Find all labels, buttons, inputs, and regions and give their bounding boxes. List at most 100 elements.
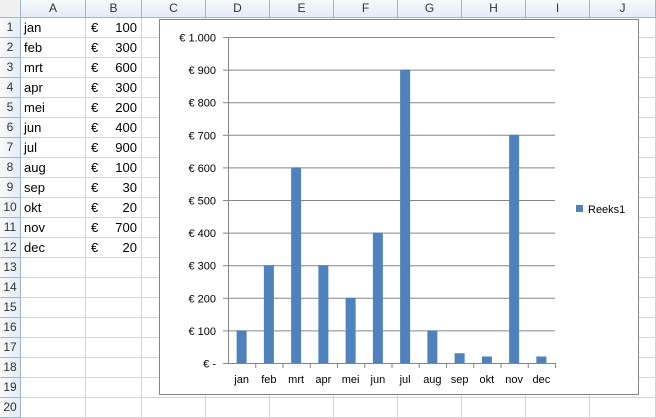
y-tick-label: € - [203,359,216,371]
cell-month[interactable]: jul [24,138,37,158]
column-header-h[interactable]: H [462,0,526,18]
row-header-10[interactable]: 10 [0,198,21,218]
column-header-b[interactable]: B [86,0,142,18]
column-header-a[interactable]: A [21,0,86,18]
row-header-3[interactable]: 3 [0,58,21,78]
bar-jan [236,330,247,363]
row-header-12[interactable]: 12 [0,238,21,258]
cell-month[interactable]: mrt [24,58,43,78]
chart-canvas: € - € 100 € 200 € 300 € 400 € 500 € 600 € 700 € … [179,33,625,387]
spreadsheet: ABCDEFGHIJ 1 2 3 4 5 6 7 8 9 10 11 12 13 14 15 16 17 18 19… [0,0,656,418]
cell-amount[interactable]: 30 [100,178,137,198]
legend-swatch [576,205,583,212]
cell-currency-symbol: € [91,20,99,35]
row-header-20[interactable]: 20 [0,398,21,418]
row-header-7[interactable]: 7 [0,138,21,158]
x-tick-label: jun [370,374,386,386]
column-header-d[interactable]: D [206,0,270,18]
row-header-5[interactable]: 5 [0,98,21,118]
bar-aug [427,330,438,363]
bar-feb [263,265,274,363]
column-header-f[interactable]: F [334,0,398,18]
cell-currency-symbol: € [91,220,99,235]
x-tick-label: apr [315,374,331,386]
cell-amount[interactable]: 20 [100,238,137,258]
cell-amount[interactable]: 600 [100,58,137,78]
x-tick-label: aug [423,374,441,386]
bar-dec [536,356,547,363]
column-header-g[interactable]: G [398,0,462,18]
cell-currency-symbol: € [91,60,99,75]
row-header-14[interactable]: 14 [0,278,21,298]
row-header-6[interactable]: 6 [0,118,21,138]
cell-amount[interactable]: 400 [100,118,137,138]
y-tick-label: € 100 [188,326,216,338]
x-tick-label: jan [233,374,249,386]
bar-mrt [291,167,302,363]
x-tick-label: feb [261,374,276,386]
y-tick-label: € 200 [188,293,216,305]
row-header-8[interactable]: 8 [0,158,21,178]
grid-line [21,397,656,398]
cell-amount[interactable]: 300 [100,78,137,98]
cell-amount[interactable]: 100 [100,18,137,38]
row-header-16[interactable]: 16 [0,318,21,338]
column-header-i[interactable]: I [526,0,590,18]
cell-month[interactable]: jun [24,118,41,138]
cell-currency-symbol: € [91,160,99,175]
cell-month[interactable]: dec [24,238,45,258]
column-header-c[interactable]: C [142,0,206,18]
row-header-13[interactable]: 13 [0,258,21,278]
y-tick-label: € 1.000 [179,33,216,45]
row-header-17[interactable]: 17 [0,338,21,358]
row-header-1[interactable]: 1 [0,18,21,38]
column-header-j[interactable]: J [590,0,656,18]
row-header-2[interactable]: 2 [0,38,21,58]
y-tick-label: € 800 [188,98,216,110]
cell-month[interactable]: sep [24,178,45,198]
row-header-15[interactable]: 15 [0,298,21,318]
y-tick-label: € 300 [188,261,216,273]
bar-sep [454,353,465,363]
cell-currency-symbol: € [91,100,99,115]
cell-month[interactable]: okt [24,198,41,218]
y-tick-label: € 500 [188,196,216,208]
cell-amount[interactable]: 900 [100,138,137,158]
x-tick-label: dec [533,374,551,386]
cell-amount[interactable]: 300 [100,38,137,58]
bar-apr [318,265,329,363]
cell-amount[interactable]: 100 [100,158,137,178]
column-header-e[interactable]: E [270,0,334,18]
row-header-9[interactable]: 9 [0,178,21,198]
cell-month[interactable]: jan [24,18,41,38]
row-header-18[interactable]: 18 [0,358,21,378]
y-tick-label: € 400 [188,228,216,240]
row-header-11[interactable]: 11 [0,218,21,238]
select-all-corner[interactable] [0,0,21,18]
row-header-4[interactable]: 4 [0,78,21,98]
x-tick-label: okt [480,374,495,386]
cell-currency-symbol: € [91,240,99,255]
bar-nov [509,134,520,363]
legend-label: Reeks1 [588,204,625,216]
y-tick-label: € 900 [188,65,216,77]
cell-amount[interactable]: 20 [100,198,137,218]
cell-month[interactable]: mei [24,98,45,118]
y-tick-label: € 700 [188,130,216,142]
cell-amount[interactable]: 700 [100,218,137,238]
y-tick-label: € 600 [188,163,216,175]
x-tick-label: mrt [288,374,304,386]
cell-month[interactable]: feb [24,38,42,58]
cell-currency-symbol: € [91,120,99,135]
cell-currency-symbol: € [91,40,99,55]
x-tick-label: nov [505,374,523,386]
bar-mei [345,297,356,363]
bar-chart[interactable]: € - € 100 € 200 € 300 € 400 € 500 € 600 € 700 € … [159,19,639,395]
cell-amount[interactable]: 200 [100,98,137,118]
x-tick-label: mei [342,374,360,386]
x-tick-label: sep [451,374,469,386]
cell-month[interactable]: aug [24,158,46,178]
cell-month[interactable]: apr [24,78,43,98]
row-header-19[interactable]: 19 [0,378,21,398]
cell-month[interactable]: nov [24,218,45,238]
